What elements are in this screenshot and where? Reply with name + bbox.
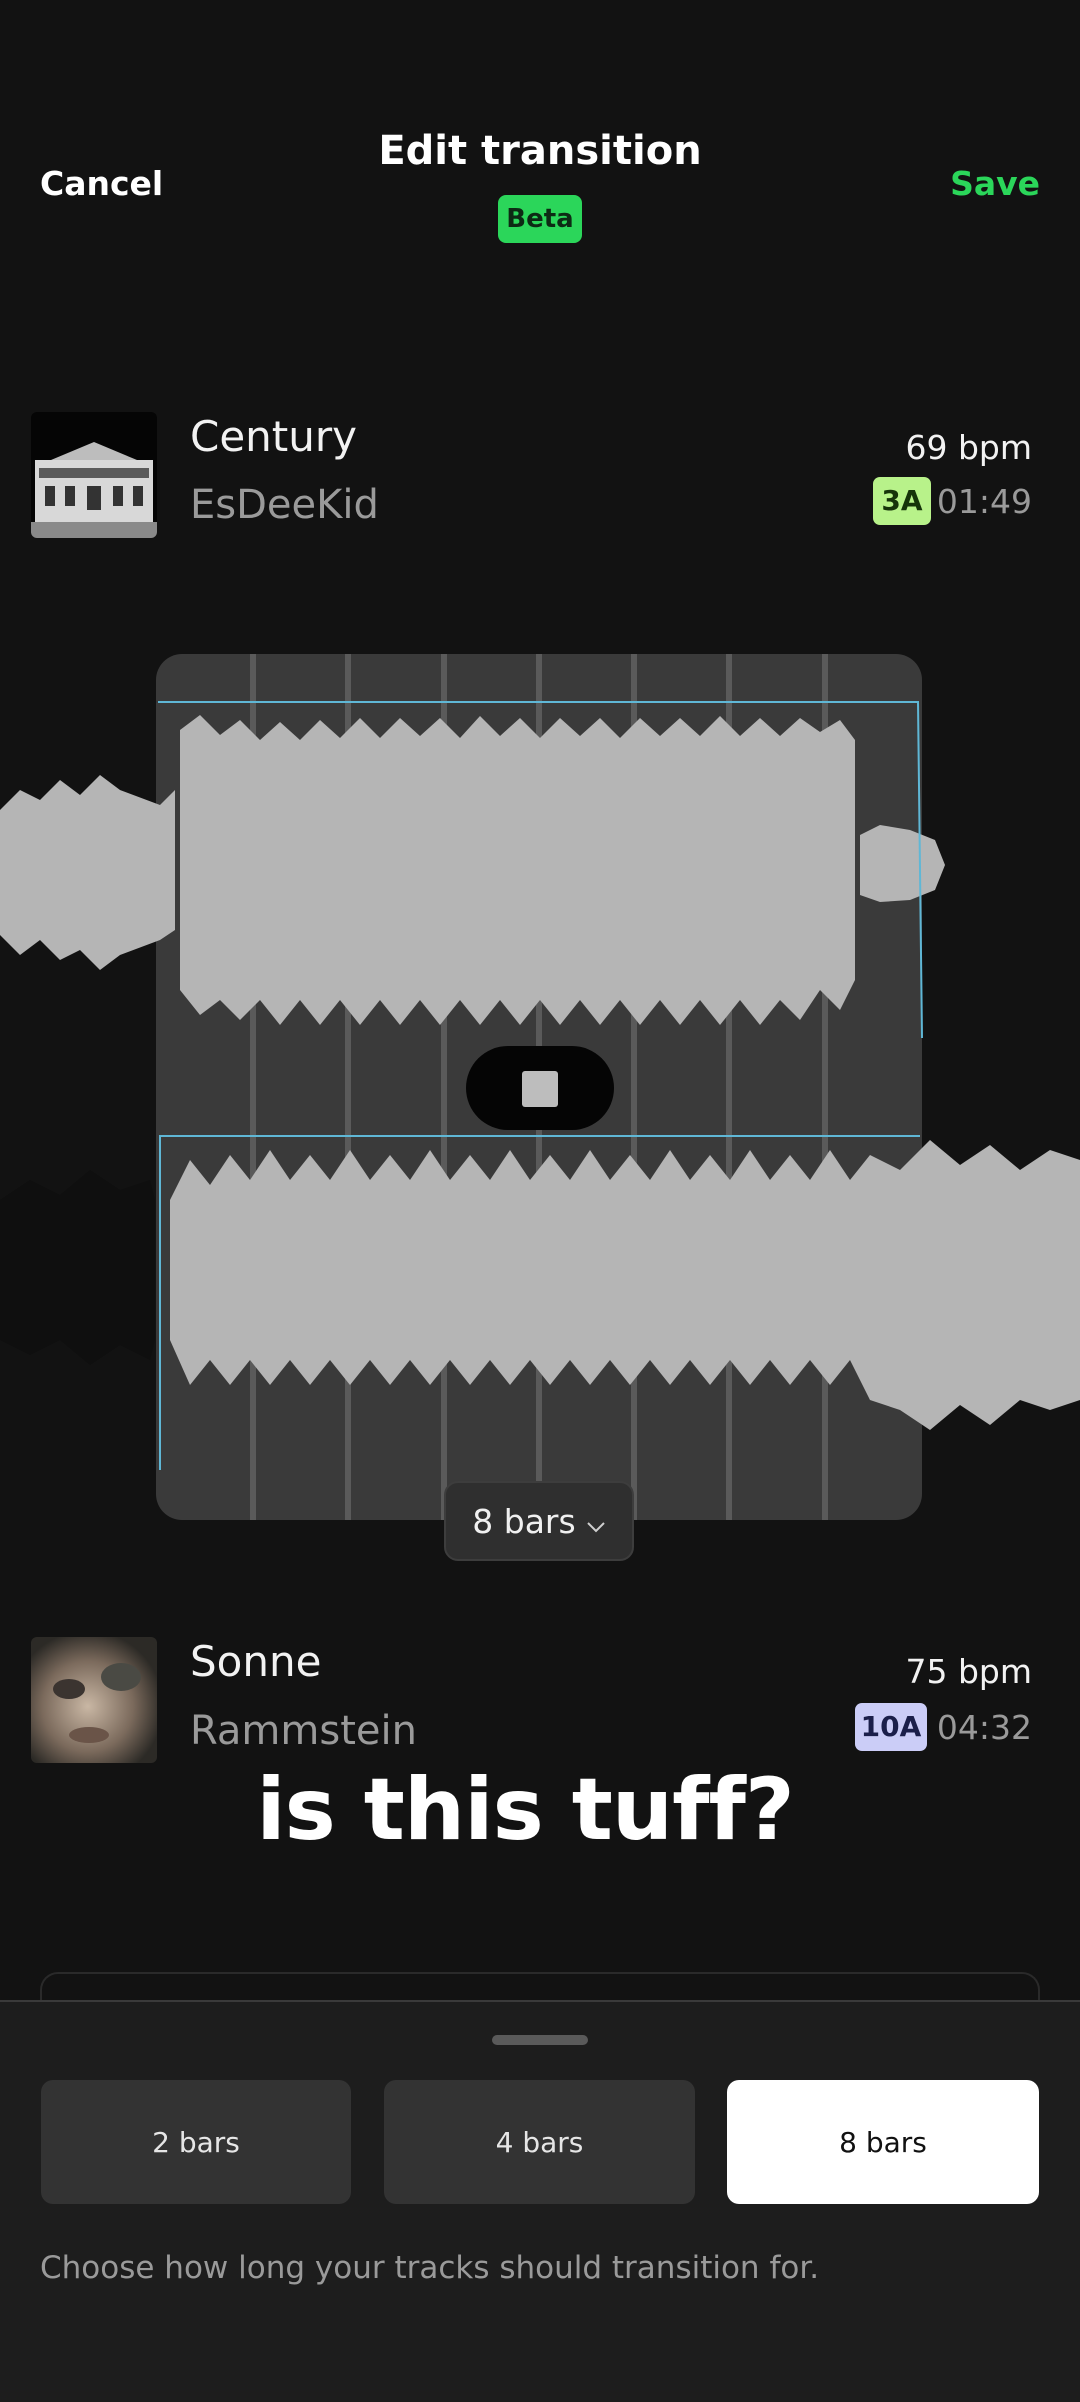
bars-length-dropdown[interactable]: 8 bars (444, 1481, 634, 1561)
option-2-bars[interactable]: 2 bars (41, 2080, 351, 2204)
incoming-track-waveform (170, 1140, 1080, 1430)
track-duration: 04:32 (936, 1708, 1032, 1747)
sheet-drag-handle[interactable] (492, 2035, 588, 2045)
track-bpm: 75 bpm (905, 1652, 1032, 1691)
beta-badge: Beta (498, 195, 582, 243)
track-title: Century (190, 412, 357, 461)
track-artist: EsDeeKid (190, 482, 379, 528)
chevron-down-icon (586, 1502, 606, 1541)
outgoing-track-waveform (0, 715, 945, 1025)
bars-length-label: 8 bars (472, 1501, 576, 1541)
key-badge: 3A (873, 477, 931, 525)
incoming-track-lead-waveform (0, 1170, 155, 1365)
stop-icon (522, 1071, 558, 1107)
option-8-bars[interactable]: 8 bars (727, 2080, 1039, 2204)
track-title: Sonne (190, 1637, 322, 1686)
key-badge: 10A (855, 1703, 927, 1751)
sheet-hint: Choose how long your tracks should trans… (40, 2250, 820, 2286)
album-cover-century (31, 412, 157, 538)
album-cover-sonne (31, 1637, 157, 1763)
track-bpm: 69 bpm (905, 428, 1032, 467)
track-artist: Rammstein (190, 1708, 417, 1754)
overlay-caption: is this tuff? (256, 1760, 795, 1860)
track-duration: 01:49 (936, 482, 1032, 521)
option-4-bars[interactable]: 4 bars (384, 2080, 695, 2204)
save-button[interactable]: Save (950, 164, 1040, 203)
page-title: Edit transition (378, 128, 702, 174)
